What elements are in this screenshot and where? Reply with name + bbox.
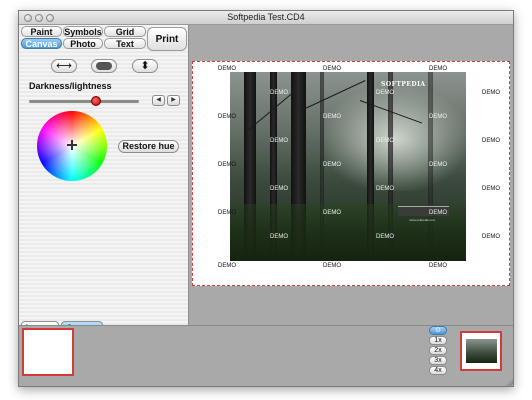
zoom-current-button[interactable]: ⊙	[429, 326, 447, 335]
selected-color-swatch[interactable]	[22, 328, 74, 376]
crosshair-icon	[67, 140, 77, 150]
demo-watermark: DEMO	[323, 263, 341, 269]
tab-canvas[interactable]: Canvas	[21, 38, 62, 49]
horizontal-arrows-icon: ⟷	[56, 60, 72, 72]
darkness-slider-track[interactable]	[29, 100, 139, 103]
resize-grip-icon[interactable]	[505, 378, 513, 386]
demo-watermark: DEMO	[218, 210, 236, 216]
window-title: Softpedia Test.CD4	[227, 12, 305, 22]
demo-watermark: DEMO	[376, 90, 394, 96]
left-arrow-icon: ◀	[156, 97, 161, 103]
softpedia-logo: SOFTPEDIA	[381, 81, 426, 89]
vertical-arrows-icon: ⬍	[140, 60, 150, 72]
canvas-area[interactable]: SOFTPEDIA www.softpedia.com DEMO DEMO DE…	[190, 25, 513, 325]
tab-grid[interactable]: Grid	[104, 26, 146, 37]
zoom-2x-button[interactable]: 2x	[429, 346, 447, 355]
demo-watermark: DEMO	[482, 186, 500, 192]
page-strip: ⊙ 1x 2x 3x 4x	[19, 325, 513, 386]
demo-watermark: DEMO	[429, 66, 447, 72]
title-bar[interactable]: Softpedia Test.CD4	[19, 11, 513, 25]
tab-text[interactable]: Text	[104, 38, 146, 49]
demo-watermark: DEMO	[429, 210, 447, 216]
print-button[interactable]: Print	[147, 27, 187, 51]
right-arrow-icon: ▶	[171, 97, 176, 103]
demo-watermark: DEMO	[323, 114, 341, 120]
demo-watermark: DEMO	[429, 114, 447, 120]
demo-watermark: DEMO	[429, 162, 447, 168]
demo-watermark: DEMO	[218, 162, 236, 168]
demo-watermark: DEMO	[270, 90, 288, 96]
demo-watermark: DEMO	[323, 66, 341, 72]
photo-fog	[324, 87, 466, 192]
photo-caption: www.softpedia.com	[409, 217, 436, 222]
thumbnail-image	[466, 339, 497, 363]
restore-hue-button[interactable]: Restore hue	[118, 140, 179, 153]
darkness-lightness-label: Darkness/lightness	[29, 81, 112, 91]
fit-height-button[interactable]: ⬍	[132, 59, 158, 73]
demo-watermark: DEMO	[270, 234, 288, 240]
tab-photo[interactable]: Photo	[63, 38, 103, 49]
toggle-button[interactable]	[91, 59, 117, 73]
demo-watermark: DEMO	[323, 162, 341, 168]
demo-watermark: DEMO	[376, 186, 394, 192]
demo-watermark: DEMO	[218, 114, 236, 120]
fit-width-button[interactable]: ⟷	[51, 59, 77, 73]
darkness-increase-button[interactable]: ▶	[167, 95, 180, 106]
demo-watermark: DEMO	[429, 263, 447, 269]
demo-watermark: DEMO	[323, 210, 341, 216]
demo-watermark: DEMO	[482, 234, 500, 240]
canvas-page[interactable]: SOFTPEDIA www.softpedia.com DEMO DEMO DE…	[192, 61, 510, 286]
demo-watermark: DEMO	[270, 138, 288, 144]
app-window: Softpedia Test.CD4 Paint Symbols Grid Ca…	[18, 10, 514, 387]
demo-watermark: DEMO	[376, 234, 394, 240]
zoom-4x-button[interactable]: 4x	[429, 366, 447, 375]
demo-watermark: DEMO	[270, 186, 288, 192]
demo-watermark: DEMO	[218, 66, 236, 72]
page-thumbnail[interactable]	[460, 331, 502, 371]
demo-watermark: DEMO	[482, 138, 500, 144]
toggle-switch-icon	[96, 62, 112, 70]
left-panel: Paint Symbols Grid Canvas Photo Text Pri…	[19, 25, 189, 334]
darkness-decrease-button[interactable]: ◀	[152, 95, 165, 106]
zoom-3x-button[interactable]: 3x	[429, 356, 447, 365]
demo-watermark: DEMO	[218, 263, 236, 269]
tab-paint[interactable]: Paint	[21, 26, 62, 37]
tab-symbols[interactable]: Symbols	[63, 26, 103, 37]
darkness-slider-knob[interactable]	[91, 96, 102, 106]
demo-watermark: DEMO	[482, 90, 500, 96]
color-wheel[interactable]	[37, 111, 107, 181]
zoom-1x-button[interactable]: 1x	[429, 336, 447, 345]
demo-watermark: DEMO	[376, 138, 394, 144]
target-icon: ⊙	[435, 327, 441, 334]
